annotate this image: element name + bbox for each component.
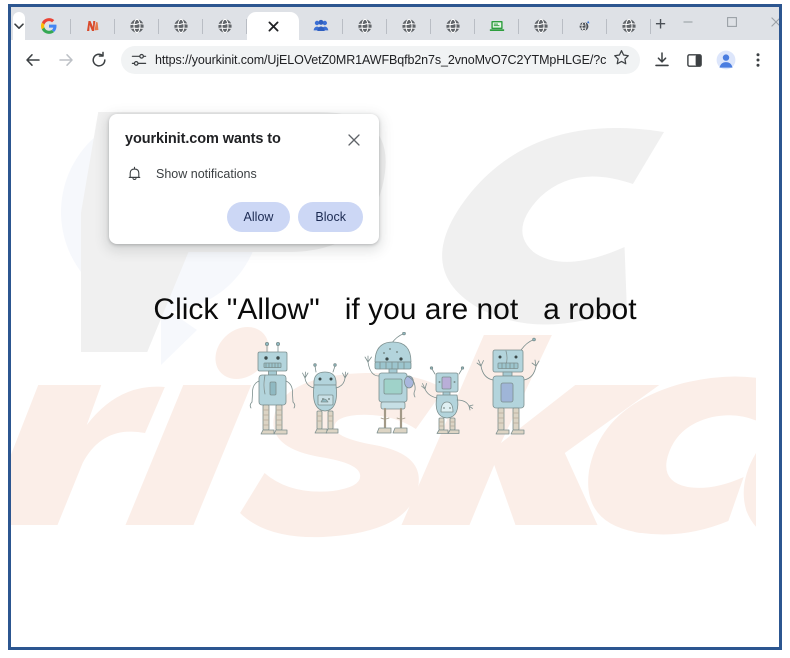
star-icon — [614, 50, 629, 65]
site-settings-sliders-icon[interactable] — [131, 52, 147, 68]
tab-laptop[interactable] — [475, 12, 519, 40]
permission-row: Show notifications — [125, 166, 363, 182]
back-button[interactable] — [18, 45, 48, 75]
allow-button[interactable]: Allow — [226, 202, 291, 232]
chevron-down-icon — [14, 23, 24, 29]
reload-icon — [92, 51, 106, 67]
globe-favicon — [130, 18, 144, 34]
page-headline: Click "Allow" if you are not a robot — [153, 293, 637, 326]
tab-strip: + — [11, 7, 779, 40]
forward-arrow-icon — [59, 54, 73, 66]
globe-favicon — [446, 18, 460, 34]
small-globe-favicon — [579, 20, 590, 32]
window-controls — [666, 7, 779, 40]
bell-icon — [128, 166, 141, 181]
globe-favicon — [622, 18, 636, 34]
maximize-icon — [727, 16, 738, 27]
tab-people[interactable] — [299, 12, 343, 40]
tab-globe-7[interactable] — [519, 12, 563, 40]
close-icon — [771, 16, 779, 27]
tab-globe-5[interactable] — [387, 12, 431, 40]
side-panel-button[interactable] — [680, 46, 708, 74]
block-button[interactable]: Block — [298, 202, 363, 232]
minimize-icon — [683, 20, 693, 23]
screenshot-root: + https://yourkinit.com/UjELOVetZ0MR1AWF… — [0, 0, 790, 658]
dialog-close-button[interactable] — [345, 131, 363, 149]
dialog-title: yourkinit.com wants to — [125, 131, 281, 147]
close-window-button[interactable] — [754, 7, 779, 37]
browser-menu-button[interactable] — [744, 46, 772, 74]
profile-button[interactable] — [712, 46, 740, 74]
permission-label: Show notifications — [156, 167, 257, 181]
five-robots-illustration — [249, 332, 540, 435]
profile-avatar-icon — [716, 50, 736, 70]
tab-globe-small[interactable] — [563, 12, 607, 40]
browser-toolbar: https://yourkinit.com/UjELOVetZ0MR1AWFBq… — [11, 40, 779, 80]
globe-favicon — [358, 18, 372, 34]
globe-favicon — [534, 18, 548, 34]
dialog-actions: Allow Block — [125, 202, 363, 232]
tab-google[interactable] — [27, 12, 71, 40]
tab-globe-8[interactable] — [607, 12, 651, 40]
new-tab-button[interactable]: + — [655, 11, 666, 39]
notification-permission-dialog: yourkinit.com wants to Show notification… — [109, 114, 379, 244]
minimize-button[interactable] — [666, 7, 710, 37]
globe-favicon — [174, 18, 188, 34]
close-icon[interactable] — [268, 21, 279, 32]
green-laptop-favicon — [489, 21, 505, 31]
address-bar-url: https://yourkinit.com/UjELOVetZ0MR1AWFBq… — [155, 53, 607, 67]
tab-separator — [650, 19, 651, 34]
three-dot-menu-icon — [756, 53, 760, 67]
tab-globe-1[interactable] — [115, 12, 159, 40]
download-icon — [655, 52, 669, 67]
tab-globe-6[interactable] — [431, 12, 475, 40]
tab-orange-n[interactable] — [71, 12, 115, 40]
google-g-favicon — [41, 18, 57, 34]
orange-n-favicon — [87, 21, 99, 31]
downloads-button[interactable] — [648, 46, 676, 74]
page-content: Click "Allow" if you are not a robot you… — [11, 80, 779, 647]
maximize-button[interactable] — [710, 7, 754, 37]
browser-window: + https://yourkinit.com/UjELOVetZ0MR1AWF… — [8, 4, 782, 650]
tab-globe-2[interactable] — [159, 12, 203, 40]
tab-active[interactable] — [247, 12, 299, 40]
forward-button — [51, 45, 81, 75]
side-panel-icon — [686, 53, 702, 67]
tab-globe-3[interactable] — [203, 12, 247, 40]
tab-globe-4[interactable] — [343, 12, 387, 40]
address-bar[interactable]: https://yourkinit.com/UjELOVetZ0MR1AWFBq… — [121, 46, 640, 74]
dialog-header: yourkinit.com wants to — [125, 130, 363, 149]
back-arrow-icon — [26, 54, 40, 66]
people-group-favicon — [313, 19, 329, 31]
bookmark-button[interactable] — [613, 49, 630, 71]
reload-button[interactable] — [84, 45, 114, 75]
globe-favicon — [218, 18, 232, 34]
globe-favicon — [402, 18, 416, 34]
close-icon — [348, 134, 360, 146]
tab-search-button[interactable] — [13, 12, 25, 40]
